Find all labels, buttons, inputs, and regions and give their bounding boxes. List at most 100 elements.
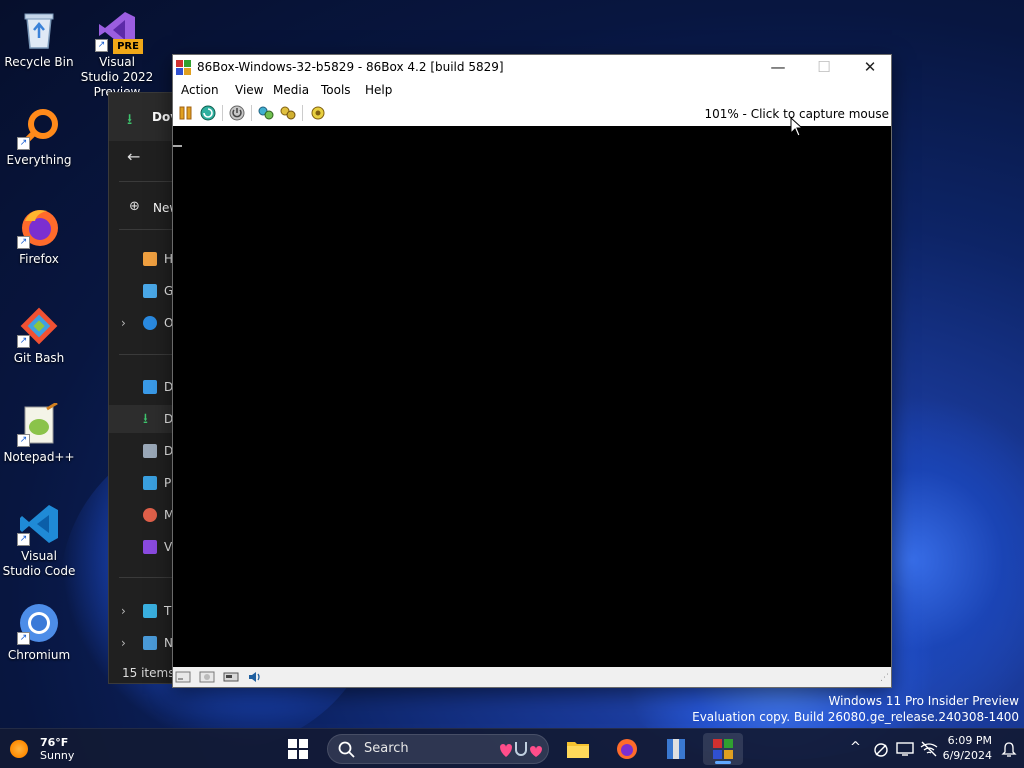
home-icon (143, 252, 157, 266)
documents-folder-icon (143, 444, 157, 458)
vscode-icon: ↗ (17, 502, 61, 546)
desktop-icon-vscode[interactable]: ↗ Visual Studio Code (1, 502, 77, 579)
nav-item-network[interactable]: › N (109, 629, 177, 657)
start-button[interactable] (278, 733, 318, 765)
sunny-icon (10, 740, 28, 758)
shortcut-arrow-icon: ↗ (17, 533, 30, 546)
tray-network-offline-icon[interactable] (920, 741, 938, 757)
chromium-icon: ↗ (17, 601, 61, 645)
nav-item-desktop[interactable]: D (109, 373, 177, 401)
start-icon (288, 739, 308, 759)
power-icon[interactable] (229, 105, 245, 121)
desktop-icon-firefox[interactable]: ↗ Firefox (1, 205, 77, 267)
pause-icon[interactable] (178, 105, 194, 121)
86box-icon (713, 739, 733, 759)
shortcut-arrow-icon: ↗ (95, 39, 108, 52)
back-arrow-icon[interactable]: ← (127, 147, 140, 166)
nav-item-this-pc[interactable]: › Tl (109, 597, 177, 625)
git-bash-icon: ↗ (17, 304, 61, 348)
cdrom-drive-icon[interactable] (199, 669, 215, 685)
shortcut-arrow-icon: ↗ (17, 434, 30, 447)
preview-badge: PRE (113, 39, 143, 54)
desktop-icon-git-bash[interactable]: ↗ Git Bash (1, 304, 77, 366)
menu-help[interactable]: Help (365, 80, 392, 101)
86box-window[interactable]: 86Box-Windows-32-b5829 - 86Box 4.2 [buil… (172, 54, 892, 688)
floppy-drive-icon[interactable] (175, 669, 191, 685)
desktop-icon-notepad-plus-plus[interactable]: ↗ Notepad++ (1, 401, 77, 465)
menu-action[interactable]: Action (181, 80, 219, 101)
title-bar[interactable]: 86Box-Windows-32-b5829 - 86Box 4.2 [buil… (173, 55, 891, 80)
videos-folder-icon (143, 540, 157, 554)
shortcut-arrow-icon: ↗ (17, 632, 30, 645)
resize-grip-icon[interactable]: ⋰ (880, 673, 889, 683)
reset-icon[interactable] (200, 105, 216, 121)
pictures-folder-icon (143, 476, 157, 490)
nav-item-music[interactable]: M (109, 501, 177, 529)
desktop-icon-chromium[interactable]: ↗ Chromium (1, 601, 77, 663)
taskbar-winrar[interactable] (656, 733, 696, 765)
nav-item-pictures[interactable]: Pi (109, 469, 177, 497)
nav-item-gallery[interactable]: G (109, 277, 177, 305)
downloads-folder-icon: ⭳ (143, 411, 148, 427)
nav-item-onedrive[interactable]: › O (109, 309, 177, 337)
notification-bell-icon[interactable] (1001, 741, 1017, 757)
taskbar-clock[interactable]: 6:09 PM 6/9/2024 (943, 733, 992, 763)
recycle-bin-icon (17, 8, 61, 52)
winrar-icon (667, 739, 685, 759)
nav-item-downloads[interactable]: ⭳ D (109, 405, 177, 433)
maximize-button[interactable]: ☐ (801, 55, 847, 80)
window-title: 86Box-Windows-32-b5829 - 86Box 4.2 [buil… (197, 60, 504, 74)
desktop-icon-visual-studio-preview[interactable]: PRE ↗ Visual Studio 2022 Preview (79, 8, 155, 100)
toolbar: 101% - Click to capture mouse (173, 101, 891, 126)
taskbar-firefox[interactable] (607, 733, 647, 765)
explorer-tab-strip: ⭳ Dov (109, 93, 177, 141)
nav-item-home[interactable]: H (109, 245, 177, 273)
network-icon (143, 636, 157, 650)
desktop-folder-icon (143, 380, 157, 394)
menu-tools[interactable]: Tools (321, 80, 351, 101)
taskbar: 76°F Sunny Search ^ 6:09 PM 6/9/2024 (0, 728, 1024, 768)
notepad-plus-plus-icon: ↗ (17, 401, 61, 447)
menu-media[interactable]: Media (273, 80, 309, 101)
chevron-right-icon[interactable]: › (121, 309, 126, 337)
nav-item-documents[interactable]: D (109, 437, 177, 465)
chevron-right-icon[interactable]: › (121, 629, 126, 657)
explorer-item-count: 15 items (122, 666, 175, 680)
desktop-icon-everything[interactable]: ↗ Everything (1, 106, 77, 168)
search-icon (338, 741, 355, 758)
watermark-build: Evaluation copy. Build 26080.ge_release.… (692, 710, 1019, 724)
ctrl-alt-del-icon[interactable] (280, 105, 296, 121)
file-explorer-window[interactable]: ⭳ Dov ← ⊕ New H G › O D ⭳ D D Pi M Vi › Tl … (108, 92, 178, 684)
sound-icon[interactable] (247, 669, 263, 685)
onedrive-icon (143, 316, 157, 330)
screenshot-icon[interactable] (310, 105, 326, 121)
tray-display-icon[interactable] (896, 741, 914, 757)
emulator-screen[interactable] (173, 126, 891, 667)
shortcut-arrow-icon: ↗ (17, 335, 30, 348)
firefox-icon (617, 739, 637, 759)
weather-widget[interactable]: 76°F Sunny (8, 735, 88, 763)
mouse-pointer-icon (790, 117, 804, 137)
86box-app-icon (176, 60, 191, 75)
menu-view[interactable]: View (235, 80, 263, 101)
hard-disk-icon[interactable] (223, 669, 239, 685)
tray-overflow-chevron[interactable]: ^ (850, 740, 861, 755)
close-button[interactable]: ✕ (847, 55, 893, 80)
taskbar-86box[interactable] (703, 733, 743, 765)
minimize-button[interactable]: — (755, 55, 801, 80)
taskbar-file-explorer[interactable] (558, 733, 598, 765)
desktop-icon-recycle-bin[interactable]: Recycle Bin (1, 8, 77, 70)
chevron-right-icon[interactable]: › (121, 597, 126, 625)
taskbar-search[interactable]: Search (327, 734, 549, 764)
visual-studio-preview-icon: PRE ↗ (95, 8, 143, 54)
nav-item-videos[interactable]: Vi (109, 533, 177, 561)
file-explorer-icon (567, 742, 589, 758)
firefox-icon: ↗ (17, 205, 61, 249)
this-pc-icon (143, 604, 157, 618)
menu-bar: Action View Media Tools Help (173, 80, 891, 101)
tray-network-icon[interactable] (873, 742, 889, 758)
shortcut-arrow-icon: ↗ (17, 137, 30, 150)
status-bar: ⋰ (173, 667, 891, 687)
search-highlight-icon (500, 742, 542, 757)
settings-icon[interactable] (258, 105, 274, 121)
